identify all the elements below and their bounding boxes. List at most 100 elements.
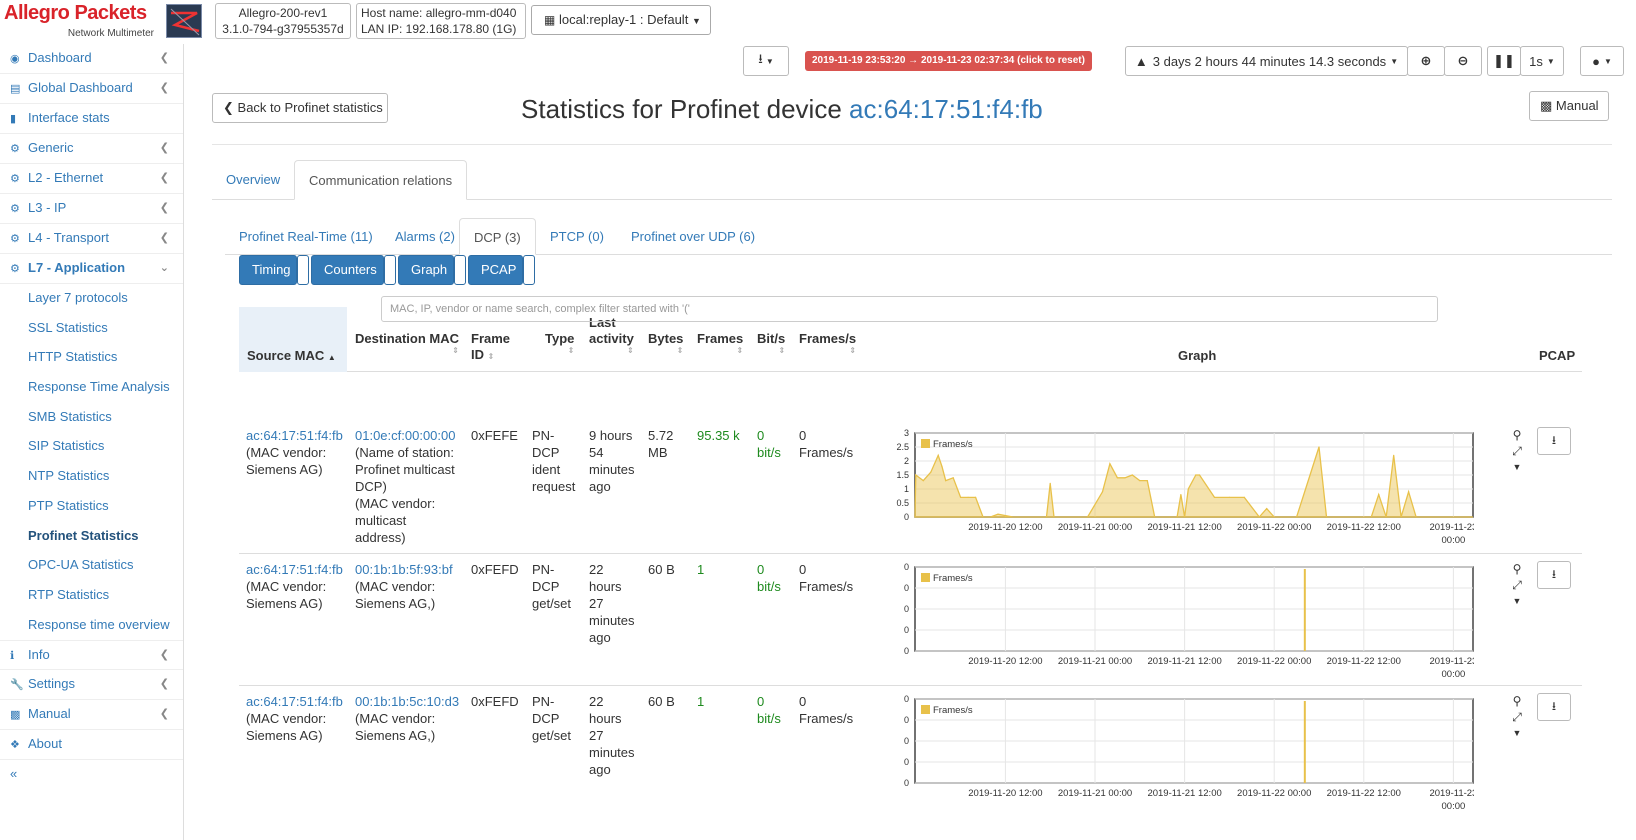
- tab-communication-relations[interactable]: Communication relations: [294, 160, 468, 200]
- pcap-download-button[interactable]: ⭳: [1537, 427, 1571, 455]
- sidebar-item-about[interactable]: ❖ About: [0, 730, 183, 761]
- tab-profinet-over-udp[interactable]: Profinet over UDP (6): [617, 218, 769, 255]
- sidebar-subitem-rtp-statistics[interactable]: RTP Statistics: [0, 581, 183, 611]
- sidebar-subitem-http-statistics[interactable]: HTTP Statistics: [0, 343, 183, 373]
- pcap-download-button[interactable]: ⭳: [1537, 561, 1571, 589]
- sidebar-item-interface-stats[interactable]: ▮ Interface stats: [0, 104, 183, 134]
- tab-overview[interactable]: Overview: [212, 160, 294, 200]
- data-point: [941, 466, 943, 468]
- data-point: [1184, 516, 1186, 518]
- search-icon[interactable]: ⚲: [1510, 561, 1524, 577]
- column-toggle-pcap-checkbox[interactable]: [523, 255, 535, 285]
- allegro-logo[interactable]: Allegro Packets Network Multimeter: [4, 2, 154, 42]
- back-to-profinet-button[interactable]: ❮ Back to Profinet statistics: [212, 93, 388, 123]
- tab-profinet-real-time[interactable]: Profinet Real-Time (11): [225, 218, 387, 255]
- col-source-mac[interactable]: Source MAC ▲: [247, 348, 336, 366]
- sidebar-item-dashboard[interactable]: ◉ Dashboard ❮: [0, 44, 183, 74]
- source-mac-link[interactable]: ac:64:17:51:f4:fb: [246, 561, 343, 578]
- column-toggle-counters[interactable]: Counters: [311, 255, 384, 285]
- data-point: [1161, 516, 1163, 518]
- column-toggle-graph[interactable]: Graph: [398, 255, 454, 285]
- sidebar-subitem-profinet-statistics[interactable]: Profinet Statistics: [0, 522, 183, 552]
- duration-dropdown[interactable]: ▲ 3 days 2 hours 44 minutes 14.3 seconds…: [1125, 46, 1408, 76]
- pcap-download-button[interactable]: ⭳: [1537, 693, 1571, 721]
- search-icon[interactable]: ⚲: [1510, 427, 1524, 443]
- destination-mac-link[interactable]: 00:1b:1b:5f:93:bf: [355, 561, 453, 578]
- data-point: [922, 480, 924, 482]
- sidebar-subitem-opc-ua-statistics[interactable]: OPC-UA Statistics: [0, 551, 183, 581]
- caret-down-icon[interactable]: ▼: [1510, 725, 1524, 741]
- sidebar-subitem-smb-statistics[interactable]: SMB Statistics: [0, 403, 183, 433]
- destination-mac-link[interactable]: 00:1b:1b:5c:10:d3: [355, 693, 459, 710]
- time-range-reset[interactable]: 2019-11-19 23:53:20 → 2019-11-23 02:37:3…: [805, 51, 1092, 71]
- column-toggle-timing-checkbox[interactable]: [297, 255, 309, 285]
- frames-per-sec-graph[interactable]: 0 0.5 1 1.5 2 2.5 3 2019-11-20 12:00 2019-11-21 …: [874, 420, 1474, 554]
- sidebar-item-info[interactable]: ℹ Info ❮: [0, 640, 183, 671]
- data-point: [1045, 516, 1048, 518]
- data-point: [1385, 516, 1387, 518]
- bytes-cell: 5.72 MB: [648, 428, 674, 460]
- compress-icon[interactable]: ⤢: [1510, 577, 1524, 593]
- pause-button[interactable]: ❚❚: [1487, 46, 1521, 76]
- filter-input[interactable]: MAC, IP, vendor or name search, complex …: [381, 296, 1438, 322]
- sidebar-subitem-ntp-statistics[interactable]: NTP Statistics: [0, 462, 183, 492]
- last-activity-cell: 22 hours 27 minutes ago: [589, 562, 635, 645]
- compress-icon[interactable]: ⤢: [1510, 443, 1524, 459]
- search-icon[interactable]: ⚲: [1510, 693, 1524, 709]
- col-frames[interactable]: Frames ⇕: [697, 331, 743, 355]
- col-destination-mac[interactable]: Destination MAC ⇕: [355, 331, 459, 355]
- compress-icon[interactable]: ⤢: [1510, 709, 1524, 725]
- zoom-in-button[interactable]: ⊕: [1407, 46, 1445, 76]
- column-toggle-counters-checkbox[interactable]: [384, 255, 396, 285]
- chevron-left-icon: ❮: [159, 232, 169, 244]
- frames-cell: 95.35 k: [697, 428, 740, 443]
- zoom-out-button[interactable]: ⊖: [1444, 46, 1482, 76]
- caret-down-icon: ▼: [1546, 56, 1555, 66]
- source-mac-link[interactable]: ac:64:17:51:f4:fb: [246, 427, 343, 444]
- sidebar-item-l3-ip[interactable]: ⚙ L3 - IP ❮: [0, 194, 183, 224]
- last-activity-cell: 22 hours 27 minutes ago: [589, 694, 635, 777]
- source-mac-link[interactable]: ac:64:17:51:f4:fb: [246, 693, 343, 710]
- tab-ptcp[interactable]: PTCP (0): [536, 218, 618, 255]
- tab-alarms[interactable]: Alarms (2): [381, 218, 469, 255]
- col-bytes[interactable]: Bytes ⇕: [648, 331, 683, 355]
- sidebar-item-settings[interactable]: 🔧 Settings ❮: [0, 670, 183, 701]
- col-graph: Graph: [1178, 348, 1217, 363]
- column-toggle-graph-checkbox[interactable]: [454, 255, 466, 285]
- sidebar-item-l7-application[interactable]: ⚙ L7 - Application ⌄: [0, 254, 183, 284]
- caret-down-icon[interactable]: ▼: [1510, 459, 1524, 475]
- column-toggle-pcap[interactable]: PCAP: [468, 255, 523, 285]
- destination-mac-link[interactable]: 01:0e:cf:00:00:00: [355, 427, 455, 444]
- user-menu-button[interactable]: ● ▼: [1580, 46, 1624, 76]
- frames-per-sec-graph[interactable]: 0 0 0 0 0 2019-11-20 12:00 2019-11-21 00:00 201…: [874, 554, 1474, 686]
- sidebar-item-l4-transport[interactable]: ⚙ L4 - Transport ❮: [0, 224, 183, 254]
- sidebar-subitem-ptp-statistics[interactable]: PTP Statistics: [0, 492, 183, 522]
- manual-button[interactable]: ▩ Manual: [1529, 91, 1609, 121]
- sidebar-collapse-toggle[interactable]: «: [0, 760, 183, 790]
- sidebar-subitem-response-time-overview[interactable]: Response time overview: [0, 611, 183, 641]
- top-bar: Allegro Packets Network Multimeter Alleg…: [0, 0, 1636, 80]
- col-type[interactable]: Type ⇕: [545, 331, 574, 355]
- data-point: [1370, 516, 1372, 518]
- sidebar-subitem-response-time-analysis[interactable]: Response Time Analysis: [0, 373, 183, 403]
- column-toggle-timing[interactable]: Timing: [239, 255, 297, 285]
- sidebar-item-l2-ethernet[interactable]: ⚙ L2 - Ethernet ❮: [0, 164, 183, 194]
- frame-id-cell: 0xFEFE: [471, 428, 518, 443]
- interval-dropdown[interactable]: 1s ▼: [1520, 46, 1564, 76]
- sidebar-item-global-dashboard[interactable]: ▤ Global Dashboard ❮: [0, 74, 183, 104]
- sidebar-item-manual[interactable]: ▩ Manual ❮: [0, 700, 183, 731]
- gear-icon: ⚙: [10, 263, 20, 275]
- caret-down-icon[interactable]: ▼: [1510, 593, 1524, 609]
- download-dropdown-button[interactable]: ⭳ ▼: [743, 46, 789, 76]
- sidebar-subitem-layer7-protocols[interactable]: Layer 7 protocols: [0, 284, 183, 314]
- replay-selector[interactable]: ▦ local:replay-1 : Default ▼: [531, 5, 711, 35]
- sidebar-subitem-sip-statistics[interactable]: SIP Statistics: [0, 432, 183, 462]
- frames-per-sec-graph[interactable]: 0 0 0 0 0 2019-11-20 12:00 2019-11-21 00:00 201…: [874, 686, 1474, 821]
- col-frame-id[interactable]: Frame ID ⇕: [471, 331, 510, 365]
- col-frames-per-sec[interactable]: Frames/s ⇕: [799, 331, 856, 355]
- col-bits[interactable]: Bit/s ⇕: [757, 331, 785, 355]
- device-info-box: Allegro-200-rev1 3.1.0-794-g37955357d: [215, 3, 351, 39]
- sidebar-item-generic[interactable]: ⚙ Generic ❮: [0, 134, 183, 164]
- tab-dcp[interactable]: DCP (3): [459, 218, 536, 255]
- sidebar-subitem-ssl-statistics[interactable]: SSL Statistics: [0, 314, 183, 344]
